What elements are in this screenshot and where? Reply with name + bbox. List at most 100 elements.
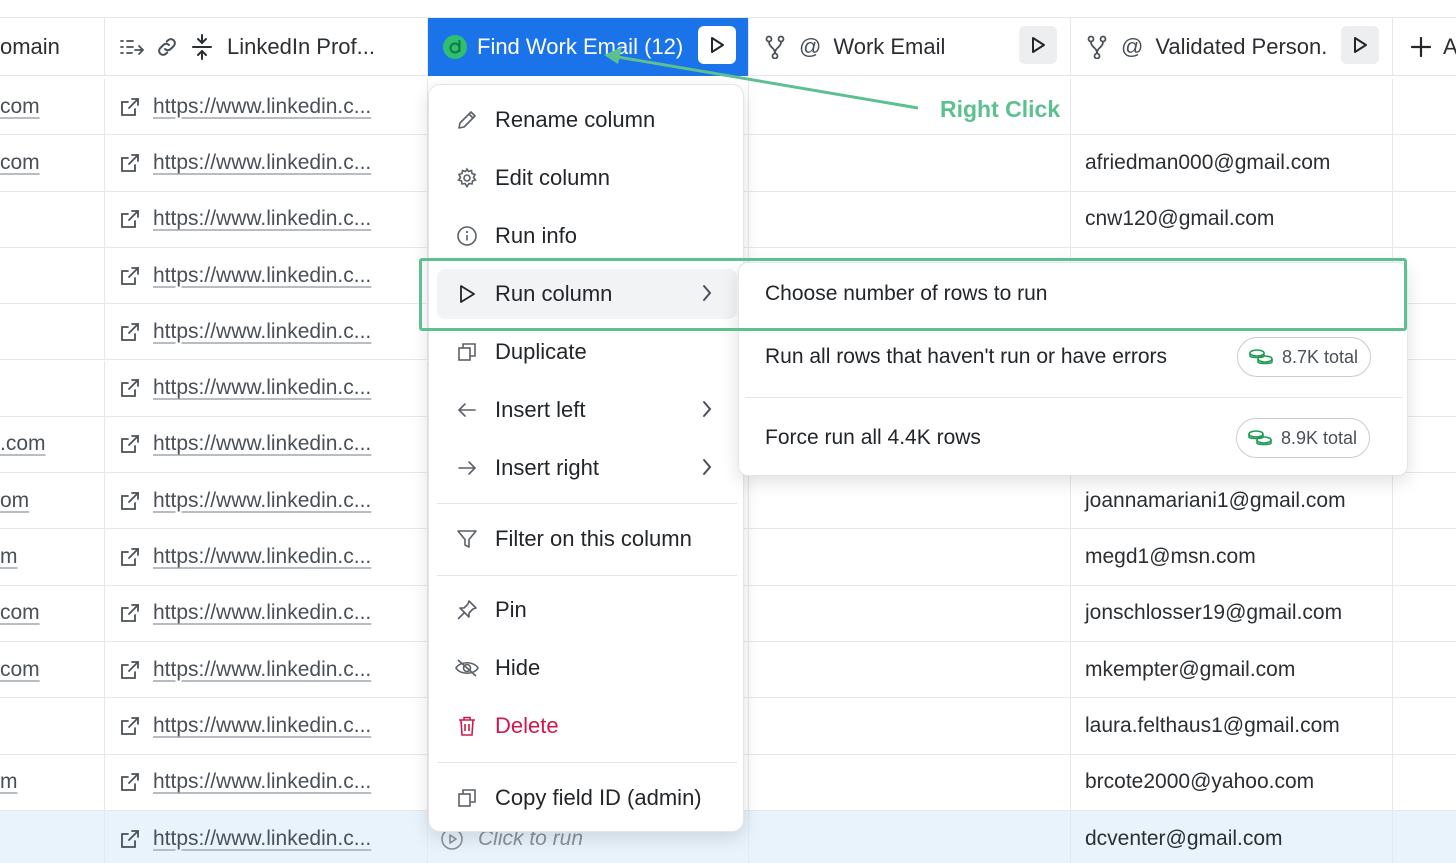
external-link-icon[interactable] <box>119 602 141 624</box>
external-link-icon[interactable] <box>119 490 141 512</box>
domain-cell[interactable]: m <box>0 754 105 810</box>
validated-email-cell[interactable]: laura.felthaus1@gmail.com <box>1071 698 1393 754</box>
column-header-domain[interactable]: omain <box>0 18 105 76</box>
linkedin-cell[interactable]: https://www.linkedin.c... <box>105 79 428 135</box>
external-link-icon[interactable] <box>119 771 141 793</box>
linkedin-link[interactable]: https://www.linkedin.c... <box>153 714 371 738</box>
linkedin-cell[interactable]: https://www.linkedin.c... <box>105 247 428 304</box>
linkedin-link[interactable]: https://www.linkedin.c... <box>153 489 371 513</box>
linkedin-cell[interactable]: https://www.linkedin.c... <box>105 810 428 863</box>
linkedin-cell[interactable]: https://www.linkedin.c... <box>105 698 428 754</box>
external-link-icon[interactable] <box>119 828 141 850</box>
domain-cell[interactable] <box>0 698 105 754</box>
column-header-linkedin[interactable]: LinkedIn Prof... <box>105 18 428 76</box>
domain-cell[interactable] <box>0 360 105 416</box>
menu-item-insert-left[interactable]: Insert left <box>437 385 737 435</box>
validated-email-cell[interactable]: dcventer@gmail.com <box>1071 810 1393 863</box>
domain-cell[interactable] <box>0 304 105 360</box>
validated-email-cell[interactable]: jonschlosser19@gmail.com <box>1071 585 1393 641</box>
linkedin-link[interactable]: https://www.linkedin.c... <box>153 432 371 456</box>
domain-text[interactable]: m <box>0 770 18 794</box>
menu-item-insert-right[interactable]: Insert right <box>437 443 737 493</box>
external-link-icon[interactable] <box>119 433 141 455</box>
domain-text[interactable]: .com <box>0 432 46 456</box>
work-email-cell[interactable] <box>749 754 1071 810</box>
domain-cell[interactable] <box>0 810 105 863</box>
linkedin-cell[interactable]: https://www.linkedin.c... <box>105 191 428 247</box>
domain-text[interactable]: om <box>0 489 29 513</box>
linkedin-link[interactable]: https://www.linkedin.c... <box>153 827 371 851</box>
menu-item-copy-field-id[interactable]: Copy field ID (admin) <box>437 773 737 823</box>
domain-cell[interactable] <box>0 191 105 247</box>
work-email-cell[interactable] <box>749 642 1071 698</box>
submenu-force-run-all[interactable]: Force run all 4.4K rows <box>765 426 981 450</box>
work-email-cell[interactable] <box>749 810 1071 863</box>
domain-text[interactable]: com <box>0 601 40 625</box>
domain-text[interactable]: m <box>0 545 18 569</box>
linkedin-link[interactable]: https://www.linkedin.c... <box>153 207 371 231</box>
domain-cell[interactable]: om <box>0 473 105 529</box>
column-header-validated[interactable]: @ Validated Person. <box>1071 18 1393 76</box>
work-email-cell[interactable] <box>749 473 1071 529</box>
domain-text[interactable]: com <box>0 95 40 119</box>
linkedin-cell[interactable]: https://www.linkedin.c... <box>105 585 428 641</box>
external-link-icon[interactable] <box>119 208 141 230</box>
column-header-work-email[interactable]: @ Work Email <box>749 18 1071 76</box>
linkedin-cell[interactable]: https://www.linkedin.c... <box>105 473 428 529</box>
menu-item-rename-column[interactable]: Rename column <box>437 95 737 145</box>
work-email-cell[interactable] <box>749 135 1071 191</box>
validated-email-cell[interactable]: afriedman000@gmail.com <box>1071 135 1393 191</box>
linkedin-link[interactable]: https://www.linkedin.c... <box>153 264 371 288</box>
linkedin-cell[interactable]: https://www.linkedin.c... <box>105 754 428 810</box>
validated-email-cell[interactable]: mkempter@gmail.com <box>1071 642 1393 698</box>
linkedin-link[interactable]: https://www.linkedin.c... <box>153 601 371 625</box>
domain-cell[interactable]: m <box>0 529 105 585</box>
linkedin-link[interactable]: https://www.linkedin.c... <box>153 95 371 119</box>
menu-item-run-info[interactable]: Run info <box>437 211 737 261</box>
linkedin-cell[interactable]: https://www.linkedin.c... <box>105 642 428 698</box>
domain-cell[interactable]: com <box>0 135 105 191</box>
menu-item-run-column[interactable]: Run column <box>437 269 737 319</box>
linkedin-cell[interactable]: https://www.linkedin.c... <box>105 416 428 473</box>
run-work-email-button[interactable] <box>1019 26 1057 64</box>
domain-cell[interactable]: com <box>0 79 105 135</box>
linkedin-link[interactable]: https://www.linkedin.c... <box>153 151 371 175</box>
external-link-icon[interactable] <box>119 265 141 287</box>
external-link-icon[interactable] <box>119 377 141 399</box>
external-link-icon[interactable] <box>119 96 141 118</box>
menu-item-delete[interactable]: Delete <box>437 701 737 751</box>
linkedin-cell[interactable]: https://www.linkedin.c... <box>105 529 428 585</box>
run-validated-button[interactable] <box>1341 26 1379 64</box>
external-link-icon[interactable] <box>119 659 141 681</box>
domain-text[interactable]: com <box>0 151 40 175</box>
menu-item-pin[interactable]: Pin <box>437 585 737 635</box>
validated-email-cell[interactable]: cnw120@gmail.com <box>1071 191 1393 247</box>
menu-item-duplicate[interactable]: Duplicate <box>437 327 737 377</box>
linkedin-link[interactable]: https://www.linkedin.c... <box>153 376 371 400</box>
validated-email-cell[interactable]: brcote2000@yahoo.com <box>1071 754 1393 810</box>
external-link-icon[interactable] <box>119 152 141 174</box>
external-link-icon[interactable] <box>119 546 141 568</box>
column-header-find-work-email[interactable]: Find Work Email (12) <box>428 18 749 76</box>
external-link-icon[interactable] <box>119 715 141 737</box>
validated-email-cell[interactable] <box>1071 79 1393 135</box>
work-email-cell[interactable] <box>749 191 1071 247</box>
linkedin-link[interactable]: https://www.linkedin.c... <box>153 658 371 682</box>
menu-item-edit-column[interactable]: Edit column <box>437 153 737 203</box>
menu-item-hide[interactable]: Hide <box>437 643 737 693</box>
run-column-button[interactable] <box>698 26 736 64</box>
validated-email-cell[interactable]: joannamariani1@gmail.com <box>1071 473 1393 529</box>
work-email-cell[interactable] <box>749 698 1071 754</box>
linkedin-cell[interactable]: https://www.linkedin.c... <box>105 360 428 416</box>
domain-cell[interactable]: com <box>0 642 105 698</box>
domain-text[interactable]: com <box>0 658 40 682</box>
domain-cell[interactable]: com <box>0 585 105 641</box>
add-column-button[interactable]: A <box>1393 18 1456 76</box>
work-email-cell[interactable] <box>749 585 1071 641</box>
domain-cell[interactable]: .com <box>0 416 105 473</box>
menu-item-filter-column[interactable]: Filter on this column <box>437 514 737 564</box>
linkedin-cell[interactable]: https://www.linkedin.c... <box>105 304 428 360</box>
external-link-icon[interactable] <box>119 321 141 343</box>
domain-cell[interactable] <box>0 247 105 304</box>
linkedin-link[interactable]: https://www.linkedin.c... <box>153 770 371 794</box>
